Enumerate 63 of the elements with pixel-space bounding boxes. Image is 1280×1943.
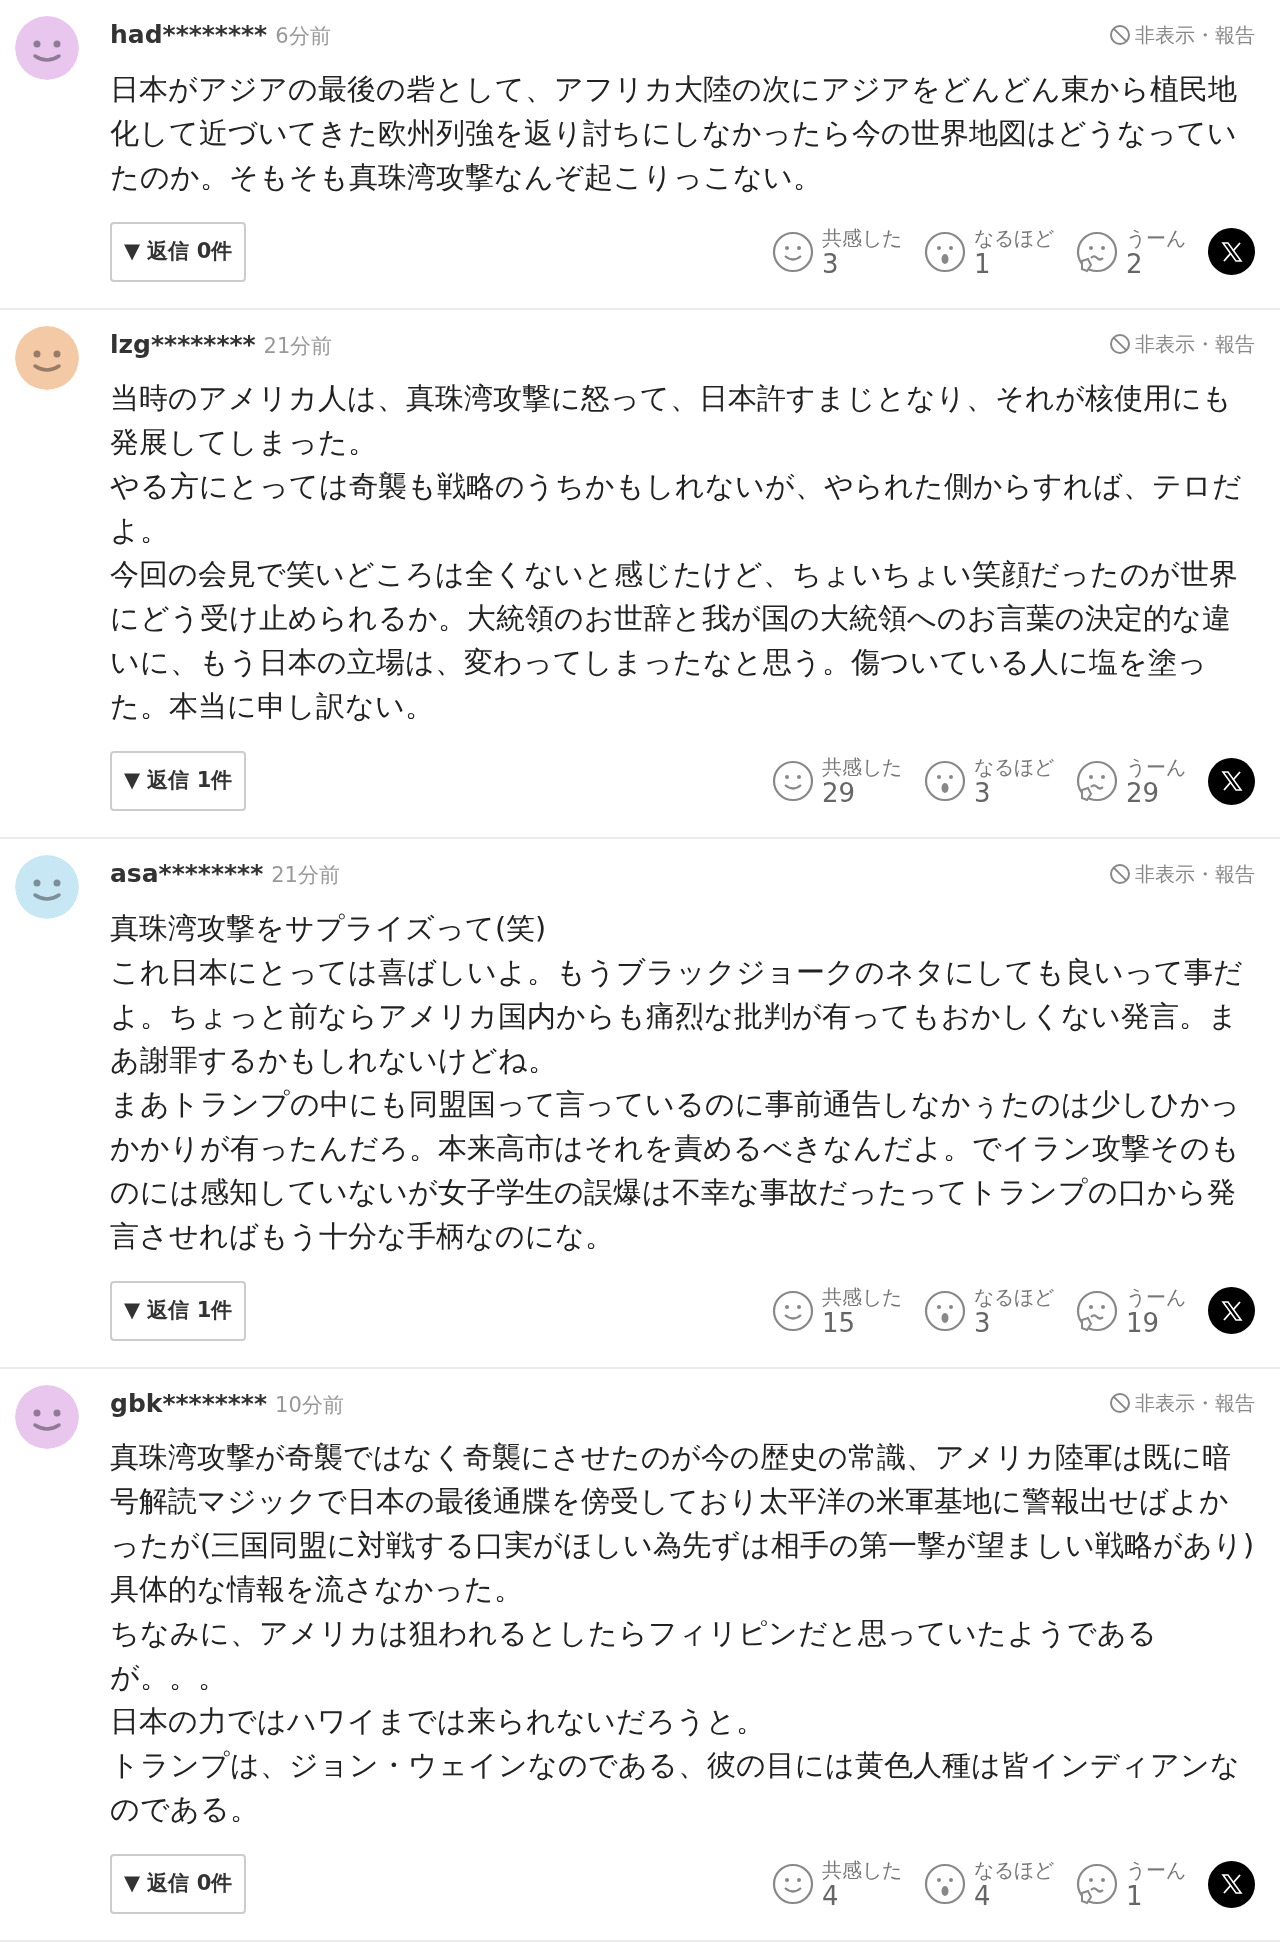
hmm-face-icon (1076, 1863, 1118, 1905)
ban-icon (1109, 1392, 1131, 1415)
reaction-button[interactable]: うーん 19 (1076, 1284, 1186, 1337)
comment-text: これ日本にとっては喜ばしいよ。もうブラックジョークのネタにしても良いって事だよ。ちょっと前ならアメリカ国内からも痛烈な批判が有ってもおかしくない発言。まあ謝罪するかもしれないけどね。 (110, 954, 1244, 1079)
x-logo-icon (1220, 1299, 1243, 1322)
user-name[interactable]: asa******** (110, 855, 264, 893)
hide-report-link[interactable]: 非表示・報告 (1109, 858, 1255, 889)
comment-text: 真珠湾攻撃が奇襲ではなく奇襲にさせたのが今の歴史の常識、アメリカ陸軍は既に暗号解読マジックで日本の最後通牒を傍受しており太平洋の米軍基地に警報出せばよかったが(三国同盟に対戦する口実がほしい為先ずは相手の第一撃が望ましい戦略があり)具体的な情報を流さなかった。 (110, 1440, 1255, 1608)
comment-text: ちなみに、アメリカは狙われるとしたらフィリピンだと思っていたようであるが。。。 (110, 1616, 1158, 1696)
user-name[interactable]: gbk******** (110, 1384, 267, 1422)
smile-face-icon (772, 230, 814, 273)
post-time: 21分前 (263, 332, 333, 360)
reaction-button[interactable]: 共感した 3 (772, 225, 902, 278)
ban-icon (1109, 862, 1131, 885)
hmm-face-icon (1076, 760, 1118, 802)
comment-text: トランプは、ジョン・ウェインなのである、彼の目には黄色人種は皆インディアンなのである。 (110, 1748, 1241, 1828)
reaction-button[interactable]: なるほど 1 (924, 225, 1054, 278)
smile-face-icon (772, 760, 814, 802)
hmm-face-icon (1076, 1289, 1118, 1332)
reaction-button[interactable]: うーん 29 (1076, 755, 1186, 807)
share-x-button[interactable] (1208, 757, 1255, 805)
reaction-button[interactable]: なるほど 3 (924, 755, 1054, 807)
ban-icon (1109, 333, 1131, 356)
reaction-button[interactable]: うーん 1 (1076, 1858, 1186, 1910)
share-x-button[interactable] (1208, 1287, 1255, 1334)
hide-report-link[interactable]: 非表示・報告 (1109, 329, 1255, 360)
reaction-button[interactable]: なるほど 3 (924, 1284, 1054, 1337)
smile-face-icon (772, 1863, 814, 1905)
post-time: 10分前 (275, 1391, 344, 1419)
surprised-face-icon (924, 230, 966, 273)
surprised-face-icon (924, 1863, 966, 1905)
reply-toggle-button[interactable]: ▼ 返信 0件 (110, 221, 247, 282)
reply-toggle-button[interactable]: ▼ 返信 1件 (110, 1280, 247, 1341)
reaction-button[interactable]: 共感した 15 (772, 1284, 902, 1337)
ban-icon (1109, 23, 1131, 46)
comment-text: 日本の力ではハワイまでは来られないだろうと。 (110, 1704, 766, 1740)
reaction-button[interactable]: うーん 2 (1076, 225, 1186, 278)
post-time: 21分前 (271, 862, 340, 889)
x-logo-icon (1220, 240, 1243, 263)
comment-text: 日本がアジアの最後の砦として、アフリカ大陸の次にアジアをどんどん東から植民地化して近づいてきた欧州列強を返り討ちにしなかったら今の世界地図はどうなっていたのか。そもそも真珠湾攻撃なんぞ起こりっこない。 (110, 71, 1238, 196)
reaction-button[interactable]: なるほど 4 (924, 1858, 1054, 1910)
comment-text: 当時のアメリカ人は、真珠湾攻撃に怒って、日本許すまじとなり、それが核使用にも発展してしまった。 (110, 381, 1233, 461)
hide-report-link[interactable]: 非表示・報告 (1109, 1388, 1255, 1419)
share-x-button[interactable] (1208, 228, 1255, 275)
user-name[interactable]: lzg******** (110, 325, 256, 363)
hmm-face-icon (1076, 230, 1118, 273)
reply-toggle-button[interactable]: ▼ 返信 1件 (110, 751, 247, 811)
reaction-button[interactable]: 共感した 29 (772, 755, 902, 807)
hide-report-link[interactable]: 非表示・報告 (1109, 19, 1255, 50)
comment-text: まあトランプの中にも同盟国って言っているのに事前通告しなかぅたのは少しひかっかかりが有ったんだろ。本来高市はそれを責めるべきなんだよ。でイラン攻撃そのものには感知していないが女子学生の誤爆は不幸な事故だったってトランプの口から発言させればもう十分な手柄なのにな。 (110, 1086, 1241, 1255)
comment-text: やる方にとっては奇襲も戦略のうちかもしれないが、やられた側からすれば、テロだよ。 (110, 469, 1243, 549)
surprised-face-icon (924, 760, 966, 802)
smile-face-icon (772, 1289, 814, 1332)
reaction-button[interactable]: 共感した 4 (772, 1858, 902, 1910)
reply-toggle-button[interactable]: ▼ 返信 0件 (110, 1854, 247, 1914)
x-logo-icon (1220, 770, 1243, 792)
surprised-face-icon (924, 1289, 966, 1332)
post-time: 6分前 (275, 23, 331, 50)
comment-text: 今回の会見で笑いどころは全くないと感じたけど、ちょいちょい笑顔だったのが世界にどう受け止められるか。大統領のお世辞と我が国の大統領へのお言葉の決定的な違いに、もう日本の立場は、変わってしまったなと思う。傷ついている人に塩を塗った。本当に申し訳ない。 (110, 557, 1239, 725)
share-x-button[interactable] (1208, 1860, 1255, 1908)
user-name[interactable]: had******** (110, 16, 268, 54)
comment-text: 真珠湾攻撃をサプライズって(笑) (110, 910, 548, 947)
x-logo-icon (1220, 1873, 1243, 1895)
